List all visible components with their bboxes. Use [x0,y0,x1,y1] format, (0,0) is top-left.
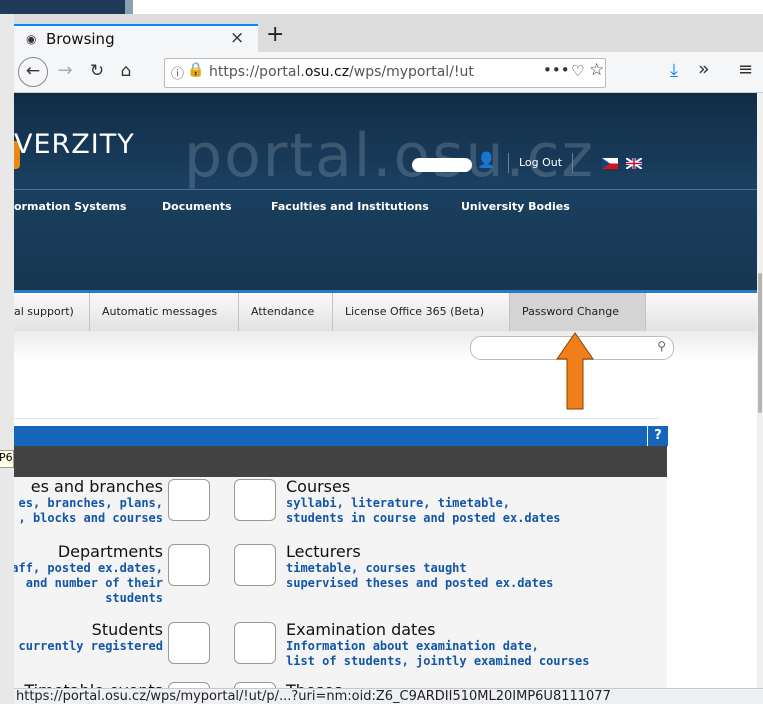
status-bar: https://portal.osu.cz/wps/myportal/!ut/p… [14,688,763,704]
download-icon[interactable]: ⤓ [670,60,678,81]
reload-button[interactable]: ↻ [86,58,108,84]
item-sub: students [105,591,163,605]
page-scrollbar[interactable] [757,93,763,688]
item-title: Examination dates [286,620,436,639]
item-title: es and branches [30,477,163,496]
item-title: Courses [286,477,351,496]
divider [14,418,659,419]
lock-icon: 🔒 [187,62,205,78]
item-title: Students [91,620,163,639]
navigation-bar: ← → ↻ ⌂ ⓘ 🔒 https://portal.osu.cz/wps/my… [14,52,763,93]
sub-navigation: al support) Automatic messages Attendanc… [14,293,763,332]
search-icon[interactable]: ⚲ [657,339,666,353]
background-window-edge [125,0,133,14]
user-icon[interactable]: 👤 [477,151,496,169]
tile-courses[interactable] [234,479,276,521]
right-item-examination-dates[interactable]: Examination dates Information about exam… [286,620,589,669]
tile-examination-dates[interactable] [234,622,276,664]
item-sub: aff, posted ex.dates, [14,561,163,575]
pocket-icon[interactable]: ♡ [571,62,584,80]
close-tab-icon[interactable]: × [230,28,244,48]
search-strip: ⚲ [14,331,763,361]
item-sub: syllabi, literature, timetable, [286,496,510,510]
item-sub: Information about examination date, [286,639,539,653]
nav-university-bodies[interactable]: University Bodies [461,200,570,213]
item-sub: es, branches, plans, [18,496,164,510]
catalog-grid: es and branches es, branches, plans, , b… [14,477,667,704]
web-page: VERZITY portal.osu.cz 👤 Log Out ormation… [14,93,763,704]
tile-departments[interactable] [168,544,210,586]
tab-bar: ◉ Browsing × + [14,14,763,52]
background-window [0,0,125,14]
forward-button[interactable]: → [54,58,76,84]
logout-link[interactable]: Log Out [508,153,574,173]
overflow-chevron-icon[interactable]: » [698,58,710,80]
portal-header: VERZITY portal.osu.cz 👤 Log Out ormation… [14,93,763,291]
bookmark-star-icon[interactable]: ☆ [589,60,604,80]
subnav-attendance[interactable]: Attendance [239,293,333,331]
tab-title: Browsing [46,30,115,48]
subnav-password-change[interactable]: Password Change [510,293,646,331]
item-title: Departments [57,542,163,561]
home-button[interactable]: ⌂ [114,58,138,84]
left-item-departments[interactable]: Departments aff, posted ex.dates, and nu… [14,542,163,606]
item-sub: students in course and posted ex.dates [286,511,561,525]
uk-flag-icon[interactable] [626,158,642,169]
tile-lecturers[interactable] [234,544,276,586]
back-button[interactable]: ← [18,57,48,87]
help-button[interactable]: ? [647,426,668,446]
item-sub: currently registered [18,639,164,653]
item-sub: list of students, jointly examined cours… [286,654,590,668]
item-sub: , blocks and courses [18,511,164,525]
section-dark-bar [14,446,667,477]
orange-arrow-annotation [556,332,594,410]
username-redacted [412,158,472,172]
item-sub: supervised theses and posted ex.dates [286,576,554,590]
url-bar[interactable]: ⓘ 🔒 https://portal.osu.cz/wps/myportal/!… [164,58,606,88]
scrollbar-thumb[interactable] [758,273,762,413]
czech-flag-icon[interactable] [602,158,618,169]
item-title: Lecturers [286,542,361,561]
nav-information-systems[interactable]: ormation Systems [14,200,126,213]
page-actions-icon[interactable]: ••• [543,61,570,79]
tab-browsing[interactable]: ◉ Browsing × [14,24,258,52]
top-navigation: ormation Systems Documents Faculties and… [14,189,763,226]
tooltip-fragment: P6 [0,450,14,468]
tile-students[interactable] [168,622,210,664]
subnav-license-office[interactable]: License Office 365 (Beta) [333,293,510,331]
right-item-lecturers[interactable]: Lecturers timetable, courses taught supe… [286,542,553,591]
nav-documents[interactable]: Documents [162,200,232,213]
item-sub: timetable, courses taught [286,561,467,575]
university-title: VERZITY [14,129,135,160]
subnav-support[interactable]: al support) [14,293,90,331]
section-header-bar [14,426,667,446]
hamburger-menu-icon[interactable]: ≡ [738,59,753,80]
page-favicon-icon: ◉ [26,32,37,46]
new-tab-button[interactable]: + [266,22,284,47]
subnav-automatic-messages[interactable]: Automatic messages [90,293,239,331]
nav-faculties[interactable]: Faculties and Institutions [271,200,429,213]
background-sidebar [0,14,15,704]
browser-window: ◉ Browsing × + ← → ↻ ⌂ ⓘ 🔒 https://porta… [14,14,763,704]
right-item-courses[interactable]: Courses syllabi, literature, timetable, … [286,477,561,526]
left-item-branches[interactable]: es and branches es, branches, plans, , b… [19,477,164,526]
left-item-students[interactable]: Students currently registered [19,620,164,654]
item-sub: and number of their [25,576,163,590]
tile-branches[interactable] [168,479,210,521]
url-text[interactable]: https://portal.osu.cz/wps/myportal/!ut [209,64,539,80]
site-info-icon[interactable]: ⓘ [171,63,184,82]
